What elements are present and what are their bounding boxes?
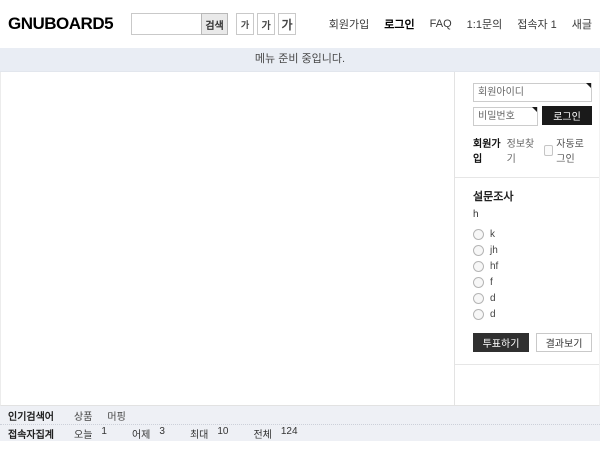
- visitor-stat-max: 최대 10: [190, 426, 229, 441]
- main-content-empty: [1, 72, 454, 405]
- nav-faq-link[interactable]: FAQ: [430, 18, 452, 30]
- register-link[interactable]: 회원가입: [473, 135, 502, 165]
- footer: 인기검색어 상품 머핑 접속자집계 오늘 1 어제 3 최대 10 전체 124: [0, 406, 600, 441]
- stat-value: 10: [217, 426, 228, 441]
- poll-box: 설문조사 h k jh hf f d: [455, 177, 599, 365]
- stat-value: 124: [281, 426, 298, 441]
- find-info-link[interactable]: 정보찾기: [507, 135, 536, 165]
- required-marker-icon: [532, 107, 537, 112]
- top-nav: 회원가입 로그인 FAQ 1:1문의 접속자 1 새글: [329, 16, 592, 32]
- required-marker-icon: [586, 83, 591, 88]
- poll-option[interactable]: hf: [473, 261, 592, 272]
- nav-login-link[interactable]: 로그인: [384, 16, 414, 32]
- nav-new-posts-link[interactable]: 새글: [572, 16, 592, 32]
- content-area: 로그인 회원가입 정보찾기 자동로그인 설문조사 h k jh hf: [0, 72, 600, 406]
- poll-option-radio[interactable]: [473, 309, 484, 320]
- visitor-stats-label: 접속자집계: [8, 426, 74, 441]
- nav-connected-users-link[interactable]: 접속자 1: [517, 16, 557, 32]
- stat-key: 최대: [190, 426, 208, 441]
- stat-value: 3: [159, 426, 165, 441]
- poll-question: h: [473, 209, 592, 220]
- visitor-stats-row: 접속자집계 오늘 1 어제 3 최대 10 전체 124: [0, 424, 600, 441]
- poll-option-label[interactable]: d: [490, 309, 496, 320]
- poll-option-label[interactable]: f: [490, 277, 493, 288]
- popular-keyword-link[interactable]: 머핑: [107, 408, 125, 423]
- poll-option[interactable]: k: [473, 229, 592, 240]
- search-input[interactable]: [131, 13, 201, 35]
- poll-title: 설문조사: [473, 188, 592, 204]
- poll-option-label[interactable]: k: [490, 229, 495, 240]
- poll-vote-button[interactable]: 투표하기: [473, 333, 529, 352]
- member-id-input[interactable]: [473, 83, 592, 102]
- auto-login-checkbox[interactable]: [544, 145, 553, 156]
- poll-option-radio[interactable]: [473, 277, 484, 288]
- popular-keyword-link[interactable]: 상품: [74, 408, 92, 423]
- search-form: 검색: [131, 13, 228, 35]
- nav-inquiry-link[interactable]: 1:1문의: [467, 16, 503, 32]
- auto-login-label[interactable]: 자동로그인: [556, 135, 592, 165]
- visitor-stat-total: 전체 124: [253, 426, 297, 441]
- poll-option-label[interactable]: hf: [490, 261, 498, 272]
- poll-result-button[interactable]: 결과보기: [536, 333, 592, 352]
- visitor-stat-today: 오늘 1: [74, 426, 107, 441]
- visitor-stat-yesterday: 어제 3: [132, 426, 165, 441]
- popular-keywords-row: 인기검색어 상품 머핑: [0, 406, 600, 424]
- poll-option[interactable]: d: [473, 293, 592, 304]
- font-size-large-button[interactable]: 가: [278, 13, 296, 35]
- poll-option-radio[interactable]: [473, 293, 484, 304]
- poll-option-radio[interactable]: [473, 261, 484, 272]
- menu-bar: 메뉴 준비 중입니다.: [0, 48, 600, 72]
- nav-register-link[interactable]: 회원가입: [329, 16, 369, 32]
- menu-status-message: 메뉴 준비 중입니다.: [255, 53, 345, 65]
- font-size-medium-button[interactable]: 가: [257, 13, 275, 35]
- stat-key: 어제: [132, 426, 150, 441]
- stat-key: 오늘: [74, 426, 92, 441]
- login-button[interactable]: 로그인: [542, 106, 592, 125]
- poll-option-radio[interactable]: [473, 229, 484, 240]
- logo[interactable]: GNUBOARD5: [8, 14, 113, 34]
- sidebar: 로그인 회원가입 정보찾기 자동로그인 설문조사 h k jh hf: [454, 72, 599, 405]
- font-size-small-button[interactable]: 가: [236, 13, 254, 35]
- font-size-controls: 가 가 가: [236, 13, 296, 35]
- stat-value: 1: [101, 426, 107, 441]
- popular-keywords-label: 인기검색어: [8, 408, 74, 423]
- password-input[interactable]: [473, 107, 538, 126]
- header: GNUBOARD5 검색 가 가 가 회원가입 로그인 FAQ 1:1문의 접속…: [0, 0, 600, 48]
- poll-option-radio[interactable]: [473, 245, 484, 256]
- search-button[interactable]: 검색: [201, 13, 228, 35]
- poll-option[interactable]: d: [473, 309, 592, 320]
- poll-option[interactable]: f: [473, 277, 592, 288]
- poll-option[interactable]: jh: [473, 245, 592, 256]
- login-box: 로그인 회원가입 정보찾기 자동로그인: [455, 72, 599, 177]
- stat-key: 전체: [253, 426, 271, 441]
- poll-option-label[interactable]: jh: [490, 245, 498, 256]
- poll-option-label[interactable]: d: [490, 293, 496, 304]
